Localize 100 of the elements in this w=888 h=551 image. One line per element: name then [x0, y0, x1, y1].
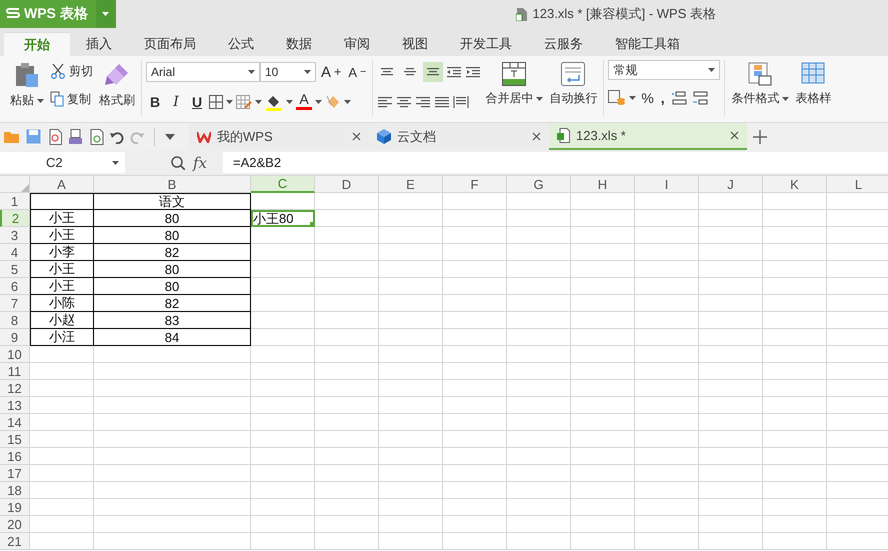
caret-icon: [248, 70, 255, 74]
font-size-field[interactable]: 10: [260, 62, 316, 82]
row-header[interactable]: 13: [0, 397, 30, 414]
search-icon[interactable]: [171, 156, 185, 170]
table-style-button[interactable]: 表格样: [793, 60, 834, 116]
row-header[interactable]: 21: [0, 533, 30, 550]
merge-center-button[interactable]: 合并居中: [483, 60, 546, 116]
table-cell: 80: [94, 278, 251, 295]
column-header[interactable]: K: [763, 176, 827, 193]
brush-icon: [104, 62, 130, 88]
row-header[interactable]: 12: [0, 380, 30, 397]
dropdown-icon[interactable]: [165, 134, 175, 140]
indent-decrease-icon[interactable]: [446, 65, 462, 79]
indent-increase-icon[interactable]: [465, 65, 482, 79]
ribbon-tab[interactable]: 视图: [386, 32, 444, 56]
name-box[interactable]: C2: [0, 152, 125, 173]
column-header[interactable]: L: [827, 176, 888, 193]
column-header[interactable]: J: [699, 176, 763, 193]
row-header[interactable]: 8: [0, 312, 30, 329]
align-left-icon[interactable]: [377, 95, 394, 109]
table-cell: 小王80: [251, 210, 315, 227]
row-header[interactable]: 1: [0, 193, 30, 210]
percent-button[interactable]: %: [639, 87, 656, 109]
column-header[interactable]: C: [251, 176, 315, 193]
insert-function-button[interactable]: fx: [193, 154, 208, 172]
close-icon[interactable]: [730, 131, 739, 140]
row-header[interactable]: 3: [0, 227, 30, 244]
document-tab[interactable]: 我的WPS: [189, 123, 369, 150]
app-dropdown-button[interactable]: [96, 0, 116, 28]
distribute-icon[interactable]: [453, 95, 470, 109]
document-tab[interactable]: 123.xls *: [549, 123, 747, 150]
fill-color-icon[interactable]: [265, 94, 283, 110]
column-header[interactable]: I: [635, 176, 699, 193]
bold-button[interactable]: B: [146, 91, 164, 113]
caret-icon: [536, 96, 544, 100]
row-header[interactable]: 18: [0, 482, 30, 499]
conditional-format-button[interactable]: 条件格式: [729, 60, 792, 116]
cut-button[interactable]: 剪切: [48, 60, 95, 82]
copy-icon: [50, 91, 64, 107]
column-header[interactable]: F: [443, 176, 507, 193]
column-header[interactable]: E: [379, 176, 443, 193]
ribbon-tab[interactable]: 页面布局: [128, 32, 212, 56]
row-header[interactable]: 15: [0, 431, 30, 448]
font-color-button[interactable]: A: [296, 91, 312, 113]
column-header[interactable]: A: [30, 176, 94, 193]
row-header[interactable]: 7: [0, 295, 30, 312]
justify-icon[interactable]: [434, 95, 450, 109]
ribbon-tab[interactable]: 云服务: [528, 32, 599, 56]
row-header[interactable]: 11: [0, 363, 30, 380]
row-header[interactable]: 5: [0, 261, 30, 278]
ribbon-tab[interactable]: 开发工具: [444, 32, 528, 56]
caret-icon: [344, 100, 351, 104]
row-header[interactable]: 6: [0, 278, 30, 295]
align-center-icon[interactable]: [396, 95, 412, 109]
row-header[interactable]: 2: [0, 210, 30, 227]
underline-button[interactable]: U: [188, 91, 206, 113]
borders-icon[interactable]: [209, 95, 223, 109]
undo-icon[interactable]: [110, 130, 124, 144]
merge-cells-icon: [502, 62, 526, 86]
number-format-field[interactable]: 常规: [608, 60, 720, 80]
ribbon-tab[interactable]: 数据: [270, 32, 328, 56]
ribbon-tab[interactable]: 审阅: [328, 32, 386, 56]
align-icon: [380, 66, 394, 78]
font-name-field[interactable]: Arial: [146, 62, 260, 82]
document-tab[interactable]: 云文档: [369, 123, 549, 150]
comma-button[interactable]: ,: [658, 87, 667, 109]
formula-field[interactable]: =A2&B2: [223, 152, 888, 173]
column-header[interactable]: B: [94, 176, 251, 193]
row-header[interactable]: 20: [0, 516, 30, 533]
ribbon-tab[interactable]: 插入: [70, 32, 128, 56]
ribbon-tab[interactable]: 智能工具箱: [599, 32, 696, 56]
document-icon: [516, 8, 527, 20]
align-button[interactable]: [423, 62, 444, 82]
add-tab-icon[interactable]: [753, 130, 767, 144]
row-header[interactable]: 17: [0, 465, 30, 482]
table-cell: 小王: [30, 227, 94, 244]
paste-button[interactable]: 粘贴: [8, 60, 46, 116]
close-icon[interactable]: [352, 132, 361, 141]
cube-icon: [377, 129, 391, 144]
wrap-text-button[interactable]: 自动换行: [547, 60, 600, 116]
row-header[interactable]: 9: [0, 329, 30, 346]
column-header[interactable]: H: [571, 176, 635, 193]
ribbon-tab[interactable]: 开始: [4, 32, 70, 56]
row-header[interactable]: 14: [0, 414, 30, 431]
column-header[interactable]: G: [507, 176, 571, 193]
format-painter-button[interactable]: 格式刷: [97, 60, 137, 116]
table-cell: 小王: [30, 278, 94, 295]
row-header[interactable]: 4: [0, 244, 30, 261]
copy-button[interactable]: 复制: [48, 88, 95, 110]
column-header[interactable]: D: [315, 176, 379, 193]
print-icon[interactable]: [68, 128, 83, 144]
ribbon-tab[interactable]: 公式: [212, 32, 270, 56]
cell-grid-icon[interactable]: [236, 95, 252, 109]
row-header[interactable]: 10: [0, 346, 30, 363]
table-cell: 82: [94, 244, 251, 261]
row-header[interactable]: 19: [0, 499, 30, 516]
align-right-icon[interactable]: [415, 95, 432, 109]
italic-button[interactable]: I: [167, 91, 185, 113]
close-icon[interactable]: [532, 132, 541, 141]
row-header[interactable]: 16: [0, 448, 30, 465]
